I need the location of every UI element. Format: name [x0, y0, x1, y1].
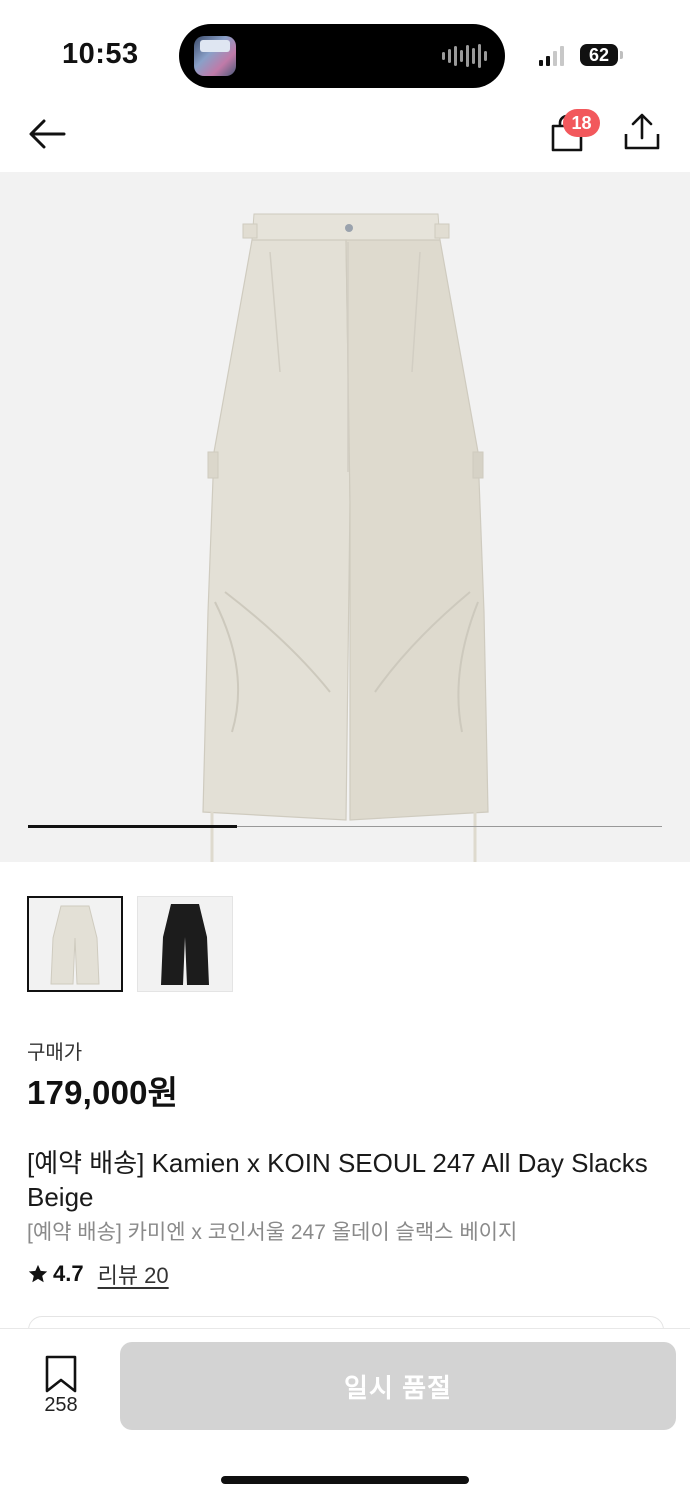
signal-icon [539, 46, 564, 66]
home-indicator[interactable] [221, 1476, 469, 1484]
thumbnail-beige[interactable] [27, 896, 123, 992]
black-pants-thumbnail [161, 904, 209, 985]
price-label: 구매가 [27, 1042, 83, 1064]
bookmark-count: 258 [44, 1394, 78, 1416]
now-playing-artwork [194, 36, 236, 76]
back-arrow-icon[interactable] [26, 112, 70, 156]
dynamic-island [179, 24, 505, 88]
soldout-button[interactable]: 일시 품절 [120, 1342, 676, 1430]
cart-count-badge: 18 [563, 109, 600, 137]
gallery-progress-indicator [28, 825, 237, 828]
battery-icon: 62 [580, 44, 618, 66]
bookmark-icon[interactable] [42, 1354, 80, 1394]
product-subtitle: [예약 배송] 카미엔 x 코인서울 247 올데이 슬랙스 베이지 [27, 1221, 518, 1244]
beige-pants-thumbnail [50, 905, 100, 985]
product-title: [예약 배송] Kamien x KOIN SEOUL 247 All Day … [27, 1148, 648, 1212]
review-link[interactable]: 리뷰 20 [98, 1258, 169, 1290]
product-price: 179,000원 [27, 1074, 179, 1111]
battery-level: 62 [588, 44, 610, 65]
audio-waveform-icon [442, 44, 487, 68]
beige-pants-image [202, 213, 489, 862]
rating-row: 4.7 리뷰 20 [27, 1258, 169, 1290]
status-time: 10:53 [62, 38, 139, 70]
product-image-carousel[interactable] [0, 172, 690, 862]
rating-value: 4.7 [53, 1261, 84, 1286]
star-icon [28, 1264, 48, 1283]
battery-nub [620, 51, 623, 59]
share-icon[interactable] [620, 110, 664, 154]
thumbnail-black[interactable] [137, 896, 233, 992]
